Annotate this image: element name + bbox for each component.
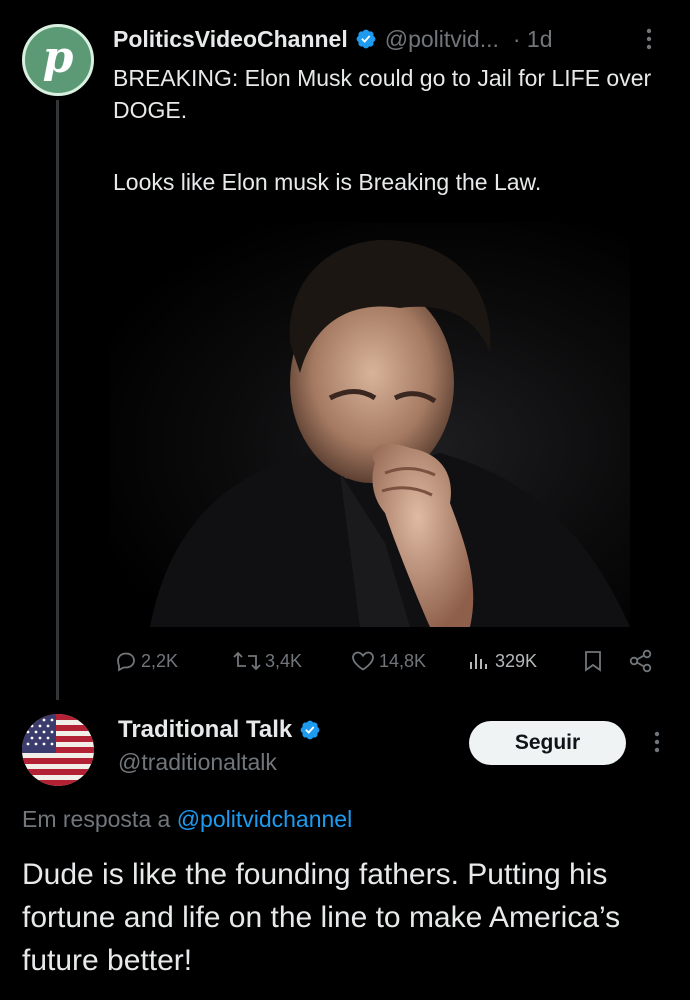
avatar-letter: p	[42, 32, 74, 83]
reply-button[interactable]: 2,2K	[114, 649, 232, 673]
views-count: 329K	[495, 650, 538, 671]
tweet-header: PoliticsVideoChannel @politvid... · 1d	[113, 24, 553, 54]
us-flag-avatar[interactable]	[22, 714, 94, 786]
follow-button[interactable]: Seguir	[469, 721, 626, 765]
reply-icon	[117, 652, 135, 672]
tweet-text-line: Looks like Elon musk is Breaking the Law…	[113, 169, 542, 195]
reply-author-handle[interactable]: @traditionaltalk	[118, 749, 277, 776]
share-button[interactable]	[628, 649, 657, 673]
views-icon	[470, 654, 487, 669]
more-icon[interactable]	[644, 26, 654, 59]
tweet-text: BREAKING: Elon Musk could go to Jail for…	[113, 62, 683, 198]
author-avatar[interactable]: p	[22, 24, 94, 96]
more-icon[interactable]	[652, 729, 662, 760]
verified-badge-icon	[300, 720, 320, 740]
reply-mention-link[interactable]: @politvidchannel	[177, 806, 353, 832]
repost-count: 3,4K	[265, 650, 303, 671]
tweet-actions: 2,2K 3,4K 14,8K 329K	[114, 646, 659, 676]
portrait-photo	[150, 239, 630, 627]
share-icon	[629, 649, 652, 673]
author-name[interactable]: PoliticsVideoChannel	[113, 26, 348, 53]
repost-icon	[233, 651, 261, 671]
bookmark-icon	[585, 651, 601, 672]
reply-header: Traditional Talk	[118, 716, 321, 744]
repost-button[interactable]: 3,4K	[232, 649, 350, 673]
tweet-text-line: BREAKING: Elon Musk could go to Jail for…	[113, 65, 652, 123]
views-button[interactable]: 329K	[466, 649, 582, 673]
tweet-time[interactable]: · 1d	[513, 26, 553, 53]
flag-icon	[22, 714, 94, 786]
reply-author-name[interactable]: Traditional Talk	[118, 716, 292, 744]
reply-count: 2,2K	[141, 650, 179, 671]
like-icon	[352, 651, 374, 671]
thread-connector-line	[56, 100, 59, 700]
bookmark-button[interactable]	[582, 649, 628, 673]
verified-badge-icon	[356, 29, 376, 49]
author-handle[interactable]: @politvid...	[385, 26, 499, 53]
like-button[interactable]: 14,8K	[350, 649, 466, 673]
reply-prefix: Em resposta a	[22, 806, 171, 832]
tweet-image[interactable]	[110, 223, 630, 627]
reply-text: Dude is like the founding fathers. Putti…	[22, 858, 621, 977]
reply-context: Em resposta a @politvidchannel	[22, 806, 352, 833]
like-count: 14,8K	[379, 650, 427, 671]
